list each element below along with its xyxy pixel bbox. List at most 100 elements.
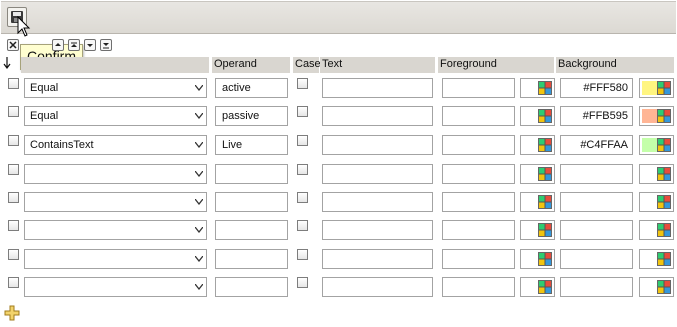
text-input[interactable]	[322, 277, 433, 297]
foreground-color-picker[interactable]	[520, 277, 555, 297]
operand-input[interactable]	[215, 164, 288, 184]
column-header-condition[interactable]	[21, 57, 209, 73]
condition-select[interactable]	[24, 249, 207, 269]
foreground-color-picker[interactable]	[520, 135, 555, 155]
operand-input[interactable]: active	[215, 78, 288, 98]
condition-select[interactable]	[24, 220, 207, 240]
background-color-picker[interactable]	[639, 249, 674, 269]
condition-select[interactable]: ContainsText	[24, 135, 207, 155]
background-input[interactable]: #C4FFAA	[560, 135, 633, 155]
background-color-picker[interactable]	[639, 192, 674, 212]
foreground-input[interactable]	[442, 220, 515, 240]
text-input[interactable]	[322, 220, 433, 240]
text-input[interactable]	[322, 249, 433, 269]
plus-icon	[4, 305, 20, 321]
text-input[interactable]	[322, 164, 433, 184]
foreground-input[interactable]	[442, 135, 515, 155]
column-header-background[interactable]: Background	[556, 57, 674, 73]
foreground-input[interactable]	[442, 164, 515, 184]
foreground-input[interactable]	[442, 277, 515, 297]
table-row: Equal active #FFF580	[0, 74, 677, 102]
background-swatch	[642, 252, 657, 266]
case-sensitive-checkbox[interactable]	[297, 164, 308, 175]
row-select-checkbox[interactable]	[8, 249, 19, 260]
background-input[interactable]	[560, 249, 633, 269]
sort-arrow-icon[interactable]	[3, 56, 11, 73]
case-sensitive-checkbox[interactable]	[297, 277, 308, 288]
background-color-picker[interactable]	[639, 277, 674, 297]
condition-select[interactable]	[24, 192, 207, 212]
background-color-picker[interactable]	[639, 164, 674, 184]
operand-input[interactable]: passive	[215, 106, 288, 126]
column-header-text[interactable]: Text	[320, 57, 435, 73]
foreground-input[interactable]	[442, 249, 515, 269]
row-select-checkbox[interactable]	[8, 135, 19, 146]
row-select-checkbox[interactable]	[8, 220, 19, 231]
background-input[interactable]	[560, 192, 633, 212]
row-select-checkbox[interactable]	[8, 164, 19, 175]
remove-row-button[interactable]	[7, 39, 19, 51]
move-down-button[interactable]	[84, 39, 96, 51]
color-palette-icon	[538, 195, 552, 209]
condition-select[interactable]	[24, 277, 207, 297]
background-color-picker[interactable]	[639, 220, 674, 240]
case-sensitive-checkbox[interactable]	[297, 192, 308, 203]
foreground-color-picker[interactable]	[520, 78, 555, 98]
foreground-color-picker[interactable]	[520, 192, 555, 212]
background-input[interactable]	[560, 277, 633, 297]
case-sensitive-checkbox[interactable]	[297, 135, 308, 146]
color-palette-icon	[538, 138, 552, 152]
foreground-input[interactable]	[442, 192, 515, 212]
row-select-checkbox[interactable]	[8, 192, 19, 203]
condition-select[interactable]: Equal	[24, 78, 207, 98]
move-up-button[interactable]	[52, 39, 64, 51]
operand-input[interactable]	[215, 192, 288, 212]
background-color-picker[interactable]	[639, 135, 674, 155]
condition-select[interactable]	[24, 164, 207, 184]
text-input[interactable]	[322, 106, 433, 126]
text-input[interactable]	[322, 78, 433, 98]
foreground-color-picker[interactable]	[520, 220, 555, 240]
column-header-foreground[interactable]: Foreground	[438, 57, 554, 73]
move-top-button[interactable]	[68, 39, 80, 51]
case-sensitive-checkbox[interactable]	[297, 249, 308, 260]
foreground-color-picker[interactable]	[520, 249, 555, 269]
add-row-button[interactable]	[4, 305, 20, 321]
case-sensitive-checkbox[interactable]	[297, 220, 308, 231]
row-select-checkbox[interactable]	[8, 78, 19, 89]
operand-input[interactable]: Live	[215, 135, 288, 155]
move-bottom-button[interactable]	[100, 39, 112, 51]
condition-select[interactable]: Equal	[24, 106, 207, 126]
column-header-operand[interactable]: Operand	[212, 57, 290, 73]
background-swatch	[642, 138, 657, 152]
case-sensitive-checkbox[interactable]	[297, 106, 308, 117]
background-input[interactable]: #FFB595	[560, 106, 633, 126]
text-input[interactable]	[322, 192, 433, 212]
case-sensitive-checkbox[interactable]	[297, 78, 308, 89]
color-palette-icon	[538, 223, 552, 237]
operand-input[interactable]	[215, 249, 288, 269]
color-palette-icon	[657, 109, 671, 123]
color-palette-icon	[538, 81, 552, 95]
text-input[interactable]	[322, 135, 433, 155]
background-input[interactable]	[560, 220, 633, 240]
row-select-checkbox[interactable]	[8, 277, 19, 288]
table-row	[0, 160, 677, 188]
background-input[interactable]: #FFF580	[560, 78, 633, 98]
background-swatch	[642, 167, 657, 181]
row-select-checkbox[interactable]	[8, 106, 19, 117]
operand-input[interactable]	[215, 220, 288, 240]
background-color-picker[interactable]	[639, 78, 674, 98]
operand-input[interactable]	[215, 277, 288, 297]
foreground-input[interactable]	[442, 106, 515, 126]
color-palette-icon	[538, 109, 552, 123]
background-input[interactable]	[560, 164, 633, 184]
color-palette-icon	[657, 81, 671, 95]
foreground-color-picker[interactable]	[520, 106, 555, 126]
foreground-swatch	[523, 252, 538, 266]
move-bottom-icon	[103, 43, 109, 49]
column-header-case[interactable]: Case	[293, 57, 321, 73]
background-color-picker[interactable]	[639, 106, 674, 126]
foreground-color-picker[interactable]	[520, 164, 555, 184]
foreground-input[interactable]	[442, 78, 515, 98]
